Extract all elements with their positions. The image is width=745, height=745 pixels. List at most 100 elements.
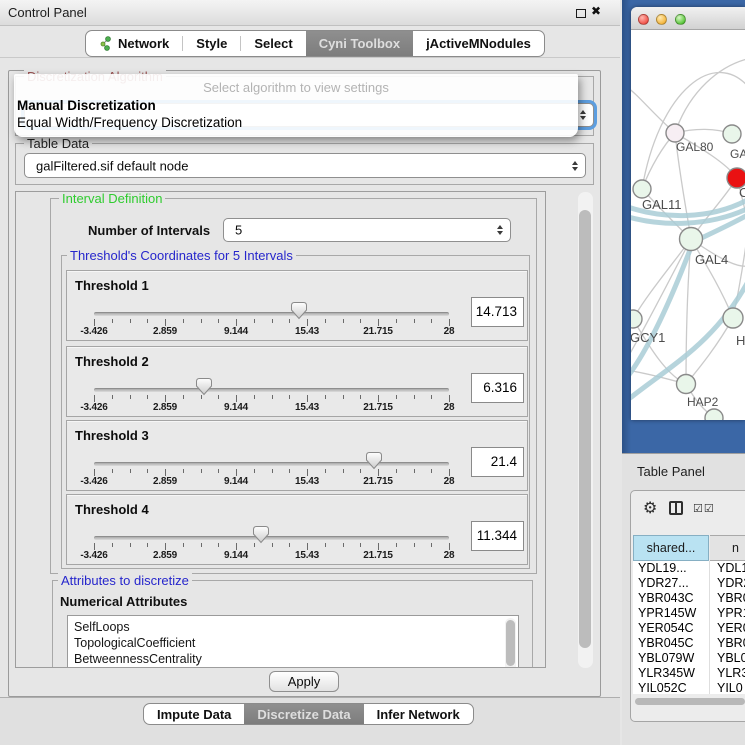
tick-label: 15.43 [295,402,319,413]
tab-impute-data[interactable]: Impute Data [144,704,244,724]
table-row[interactable]: YBL079WYBL0 [633,651,745,666]
tab-infer-network[interactable]: Infer Network [364,704,473,724]
cell-shared-name: YPR145W [633,606,709,621]
minimize-traffic-icon[interactable] [656,14,667,25]
table-row[interactable]: YBR043CYBR0 [633,591,745,606]
tick-mark [396,543,397,547]
algorithm-dropdown-popup: Select algorithm to view settings Manual… [14,74,578,137]
dropdown-option-manual[interactable]: Manual Discretization [17,98,156,113]
threshold-value-field[interactable]: 6.316 [471,373,524,403]
tick-mark [94,469,95,476]
tab-label: Infer Network [377,707,460,722]
tick-label: 21.715 [363,402,392,413]
tick-mark [325,543,326,547]
tick-mark [112,395,113,399]
attributes-list[interactable]: SelfLoopsTopologicalCoefficientBetweenne… [67,615,519,668]
threshold-panel: Threshold 4-3.4262.8599.14415.4321.71528… [66,494,528,565]
table-row[interactable]: YPR145WYPR1 [633,606,745,621]
tick-mark [414,543,415,547]
thresholds-title: Threshold's Coordinates for 5 Intervals [67,248,296,263]
network-canvas[interactable]: GAL80GAGAL11CGAL4GCY1HHAP2 [631,30,745,420]
slider-thumb[interactable] [252,525,270,544]
table-row[interactable]: YER054CYER0 [633,621,745,636]
tab-cyni-toolbox[interactable]: Cyni Toolbox [306,31,413,56]
close-icon[interactable]: ✖ [591,4,601,18]
select-columns-icons[interactable]: ☑☑ [693,502,715,515]
cell-shared-name: YBR043C [633,591,709,606]
slider-thumb[interactable] [365,451,383,470]
zoom-traffic-icon[interactable] [675,14,686,25]
tick-mark [254,543,255,547]
list-item[interactable]: TopologicalCoefficient [68,635,518,651]
tick-mark [431,319,432,323]
slider-track[interactable] [94,388,449,392]
table-horizontal-scrollbar[interactable] [633,697,745,706]
tick-mark [378,319,379,326]
threshold-value-field[interactable]: 11.344 [471,521,524,551]
threshold-value-field[interactable]: 21.4 [471,447,524,477]
cell-shared-name: YLR345W [633,666,709,681]
table-data-combobox[interactable]: galFiltered.sif default node [24,153,586,178]
tab-label: Style [196,36,227,51]
tick-mark [431,543,432,547]
tick-label: 15.43 [295,476,319,487]
settings-scrollbar[interactable] [578,192,593,668]
tick-mark [431,469,432,473]
node-label: GCY1 [631,330,665,345]
tick-mark [289,469,290,473]
cyni-toolbox-panel: Discretization Algorithm Table Data galF… [8,70,601,697]
cell-shared-name: YBR045C [633,636,709,651]
gear-icon[interactable]: ⚙ [643,498,657,518]
tick-mark [307,319,308,326]
table-row[interactable]: YDR27...YDR2 [633,576,745,591]
tick-mark [94,543,95,550]
tab-discretize-data[interactable]: Discretize Data [244,704,363,724]
tick-mark [289,319,290,323]
slider-track[interactable] [94,312,449,316]
tick-mark [343,319,344,323]
tab-network[interactable]: Network [86,31,182,56]
tick-mark [396,395,397,399]
columns-icon[interactable] [669,501,683,515]
cell-name: YDR2 [709,576,745,591]
tick-mark [236,469,237,476]
apply-button[interactable]: Apply [269,671,339,692]
table-data-group: Table Data galFiltered.sif default node [15,143,594,185]
tick-label: 9.144 [224,476,248,487]
network-window: GAL80GAGAL11CGAL4GCY1HHAP2 [631,7,745,420]
tick-mark [183,469,184,473]
threshold-value-field[interactable]: 14.713 [471,297,524,327]
cell-shared-name: YDR27... [633,576,709,591]
tick-label: 9.144 [224,402,248,413]
tab-jactivemnodules[interactable]: jActiveMNodules [413,31,544,56]
table-row[interactable]: YLR345WYLR3 [633,666,745,681]
table-row[interactable]: YIL052CYIL0 [633,681,745,694]
node-label: GAL11 [642,197,682,212]
column-header-shared-name[interactable]: shared... [633,535,709,561]
number-of-intervals-spinner[interactable]: 5 [223,218,511,242]
dropdown-option-equal-width[interactable]: Equal Width/Frequency Discretization [17,115,242,130]
attributes-list-scrollbar[interactable] [505,618,516,668]
slider-thumb[interactable] [290,301,308,320]
table-row[interactable]: YBR045CYBR0 [633,636,745,651]
float-panel-icon[interactable] [576,9,586,18]
tick-label: 2.859 [153,476,177,487]
interval-definition-group: Interval Definition Number of Intervals … [50,198,537,574]
tab-select[interactable]: Select [241,31,305,56]
column-header-name[interactable]: n [710,535,745,561]
list-item[interactable]: BetweennessCentrality [68,651,518,667]
slider-thumb[interactable] [195,377,213,396]
slider-track[interactable] [94,536,449,540]
tab-style[interactable]: Style [183,31,240,56]
list-item[interactable]: SelfLoops [68,619,518,635]
settings-viewport: Interval Definition Number of Intervals … [15,191,546,668]
tick-mark [236,543,237,550]
tick-label: -3.426 [80,326,107,337]
close-traffic-icon[interactable] [638,14,649,25]
table-row[interactable]: YDL19...YDL1 [633,561,745,576]
tick-mark [130,469,131,473]
node-label: GA [730,147,745,161]
numerical-attributes-label: Numerical Attributes [60,594,187,609]
tick-mark [289,543,290,547]
slider-track[interactable] [94,462,449,466]
